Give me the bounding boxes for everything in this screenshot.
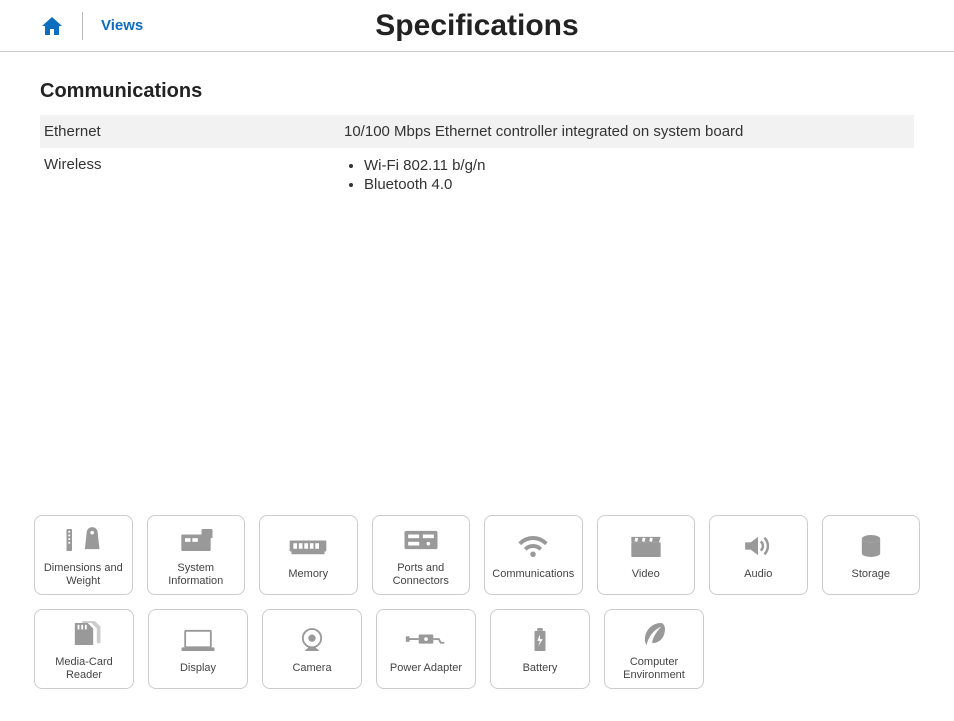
leaf-icon [632,616,676,652]
nav-label: Display [180,662,216,675]
nav-label: Storage [851,568,890,581]
nav-label: Memory [288,568,328,581]
nav-label: Media-Card Reader [37,656,131,682]
nav-label: Ports and Connectors [375,562,468,588]
topbar: Views Specifications [0,0,954,52]
nav-label: Battery [523,662,558,675]
home-icon[interactable] [40,14,64,38]
nav-dimensions-weight[interactable]: Dimensions and Weight [34,515,133,595]
storage-cylinder-icon [849,528,893,564]
spec-label: Wireless [44,156,344,194]
spec-label: Ethernet [44,123,344,140]
page-title: Specifications [375,9,578,43]
bottom-nav: Dimensions and Weight System Information… [34,515,920,703]
nav-label: Camera [292,662,331,675]
nav-video[interactable]: Video [597,515,696,595]
nav-label: Power Adapter [390,662,462,675]
video-clapper-icon [624,528,668,564]
nav-display[interactable]: Display [148,609,248,689]
motherboard-icon [174,522,218,558]
webcam-icon [290,622,334,658]
nav-label: Audio [744,568,772,581]
nav-communications[interactable]: Communications [484,515,583,595]
section-heading: Communications [40,80,914,103]
nav-row-2: Media-Card Reader Display Camera Power A… [34,609,920,689]
nav-power-adapter[interactable]: Power Adapter [376,609,476,689]
nav-storage[interactable]: Storage [822,515,921,595]
battery-icon [518,622,562,658]
power-adapter-icon [404,622,448,658]
nav-camera[interactable]: Camera [262,609,362,689]
spec-value: 10/100 Mbps Ethernet controller integrat… [344,123,914,140]
nav-label: Video [632,568,660,581]
ports-icon [399,522,443,558]
speaker-icon [736,528,780,564]
divider [82,12,83,40]
nav-row-1: Dimensions and Weight System Information… [34,515,920,595]
spec-value: Wi-Fi 802.11 b/g/n Bluetooth 4.0 [344,156,914,194]
nav-label: Dimensions and Weight [37,562,130,588]
wifi-icon [511,528,555,564]
content: Communications Ethernet 10/100 Mbps Ethe… [0,52,954,202]
sd-card-icon [62,616,106,652]
laptop-icon [176,622,220,658]
nav-label: Computer Environment [607,656,701,682]
nav-media-card-reader[interactable]: Media-Card Reader [34,609,134,689]
views-link[interactable]: Views [101,17,143,34]
spec-list-item: Bluetooth 4.0 [364,175,914,194]
nav-label: Communications [492,568,574,581]
memory-icon [286,528,330,564]
spec-list-item: Wi-Fi 802.11 b/g/n [364,156,914,175]
spec-row-wireless: Wireless Wi-Fi 802.11 b/g/n Bluetooth 4.… [40,148,914,202]
spec-table: Ethernet 10/100 Mbps Ethernet controller… [40,115,914,202]
nav-ports-connectors[interactable]: Ports and Connectors [372,515,471,595]
nav-audio[interactable]: Audio [709,515,808,595]
ruler-weight-icon [61,522,105,558]
nav-computer-environment[interactable]: Computer Environment [604,609,704,689]
nav-battery[interactable]: Battery [490,609,590,689]
nav-memory[interactable]: Memory [259,515,358,595]
spec-row-ethernet: Ethernet 10/100 Mbps Ethernet controller… [40,115,914,148]
nav-system-information[interactable]: System Information [147,515,246,595]
nav-label: System Information [150,562,243,588]
